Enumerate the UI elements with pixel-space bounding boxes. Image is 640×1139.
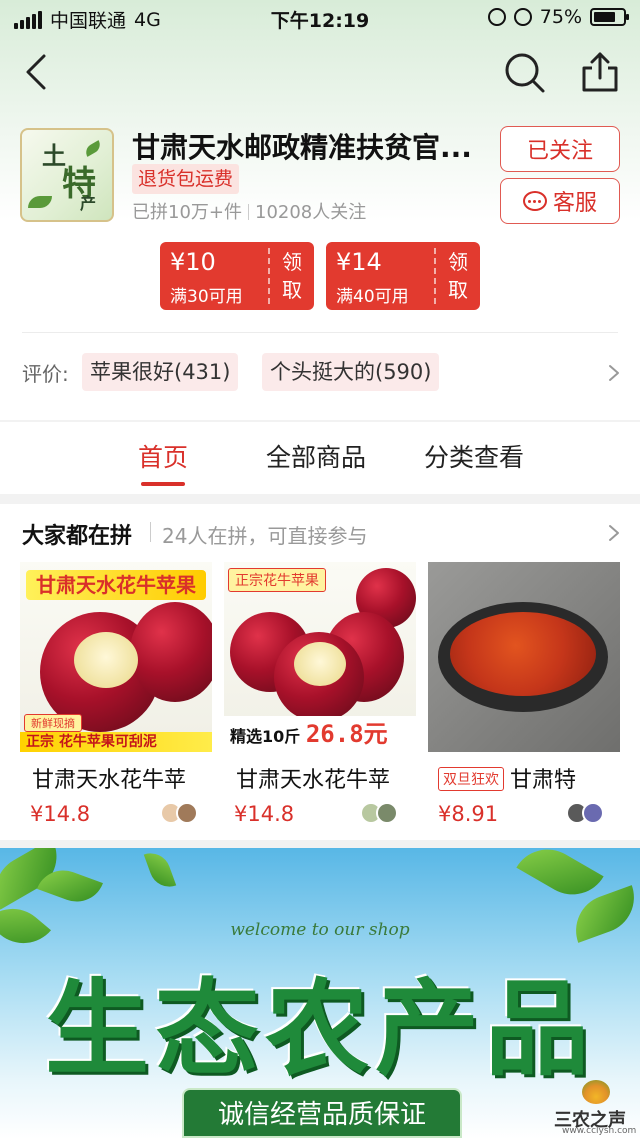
product-image-caption: 正宗 花牛苹果可刮泥 (20, 732, 212, 752)
apple-shape (130, 602, 212, 702)
avatar (582, 802, 604, 824)
group-title: 大家都在拼 (22, 524, 133, 549)
group-buy-section: 大家都在拼 24人在拼，可直接参与 甘肃天水花牛苹果 新鲜现摘 正宗 花牛苹果可… (0, 504, 640, 840)
apple-flesh (74, 632, 138, 688)
coupon-card[interactable]: ¥14 满40可用 领取 (326, 242, 480, 310)
follow-button[interactable]: 已关注 (500, 126, 620, 172)
leaf-icon (143, 848, 177, 893)
coupon-card[interactable]: ¥10 满30可用 领取 (160, 242, 314, 310)
leaf-icon (516, 848, 604, 908)
promo-price: 26.8元 (305, 720, 388, 748)
product-image-promo: 精选10斤 26.8元 (224, 716, 416, 752)
service-button-label: 客服 (552, 191, 597, 216)
tab-all-products[interactable]: 全部商品 (266, 438, 366, 474)
promo-badge: 双旦狂欢 (438, 767, 504, 791)
banner-welcome: welcome to our shop (230, 920, 410, 940)
shop-logo[interactable]: 土 特 产 (20, 128, 114, 222)
battery-icon (590, 8, 629, 26)
watermark: 三农之声 www.cclysn.com (538, 1078, 640, 1138)
review-tag[interactable]: 苹果很好(431) (82, 353, 239, 391)
divider (22, 332, 618, 333)
product-image[interactable]: 甘肃天水花牛苹果 新鲜现摘 正宗 花牛苹果可刮泥 (20, 562, 212, 752)
review-tag[interactable]: 个头挺大的(590) (262, 353, 440, 391)
chat-icon (522, 191, 547, 211)
review-summary[interactable]: 评价: 苹果很好(431) 个头挺大的(590) (0, 340, 640, 406)
product-price: ¥14.8 (30, 802, 91, 826)
banner-title: 生态农产品 (44, 967, 595, 1090)
product-image[interactable]: 正宗花牛苹果 精选10斤 26.8元 (224, 562, 416, 752)
rotation-lock-icon (487, 8, 506, 26)
shop-name: 甘肃天水邮政精准扶贫官... (132, 131, 472, 164)
product-card[interactable]: 双旦狂欢 甘肃特 ¥8.91 (428, 562, 620, 826)
active-tab-indicator (141, 482, 185, 486)
avatar (376, 802, 398, 824)
avatar (176, 802, 198, 824)
coupon-amount: ¥14 (336, 248, 382, 276)
logo-leaf-icon (28, 196, 52, 208)
back-icon[interactable] (18, 52, 58, 92)
product-image[interactable] (428, 562, 620, 752)
status-bar: 中国联通 4G 下午12:19 75% (0, 0, 640, 36)
coupon-amount: ¥10 (170, 248, 216, 276)
share-icon[interactable] (578, 50, 622, 94)
logo-char-3: 产 (80, 194, 97, 213)
review-label: 评价: (22, 362, 69, 386)
shop-tabs: 首页 全部商品 分类查看 (0, 422, 640, 494)
logo-leaf-icon (82, 140, 104, 157)
chevron-right-icon[interactable] (604, 358, 624, 388)
group-divider (150, 522, 151, 542)
group-subtitle: 24人在拼，可直接参与 (162, 524, 368, 548)
product-title: 甘肃特 (510, 768, 577, 793)
product-price: ¥14.8 (234, 802, 295, 826)
chili-shape (450, 612, 596, 696)
customer-service-button[interactable]: 客服 (500, 178, 620, 224)
product-image-title: 甘肃天水花牛苹果 (26, 570, 206, 600)
product-title: 甘肃天水花牛苹 (32, 768, 187, 793)
apple-flesh (294, 642, 346, 686)
promo-label: 精选10斤 (230, 727, 301, 746)
coupon-claim-button[interactable]: 领取 (278, 248, 306, 304)
battery-percent: 75% (539, 6, 582, 28)
product-title: 甘肃天水花牛苹 (236, 768, 391, 793)
product-price: ¥8.91 (438, 802, 499, 826)
coupon-condition: 满30可用 (170, 287, 243, 307)
coupon-condition: 满40可用 (336, 287, 409, 307)
coupon-divider (268, 248, 270, 304)
search-icon[interactable] (502, 50, 546, 94)
product-image-badge: 新鲜现摘 (24, 714, 82, 732)
tab-home[interactable]: 首页 (138, 438, 188, 474)
stats-divider (248, 204, 249, 220)
return-shipping-badge: 退货包运费 (132, 164, 240, 194)
follower-count: 10208人关注 (255, 202, 367, 223)
tab-categories[interactable]: 分类查看 (424, 438, 524, 474)
product-title-row: 双旦狂欢 甘肃特 (438, 762, 576, 794)
banner-ribbon: 诚信经营品质保证 (182, 1088, 462, 1138)
sold-count: 已拼10万+件 (132, 202, 242, 223)
shop-stats: 已拼10万+件 10208人关注 (132, 198, 366, 224)
product-card[interactable]: 甘肃天水花牛苹果 新鲜现摘 正宗 花牛苹果可刮泥 甘肃天水花牛苹 ¥14.8 (20, 562, 212, 826)
watermark-url: www.cclysn.com (562, 1126, 637, 1136)
watermark-logo-icon (582, 1080, 610, 1104)
coupon-divider (434, 248, 436, 304)
chevron-right-icon[interactable] (604, 518, 624, 548)
product-image-title: 正宗花牛苹果 (228, 568, 326, 592)
alarm-icon (513, 8, 532, 26)
follow-button-label: 已关注 (526, 139, 593, 164)
product-card[interactable]: 正宗花牛苹果 精选10斤 26.8元 甘肃天水花牛苹 ¥14.8 (224, 562, 416, 826)
status-right: 75% (487, 6, 629, 28)
coupon-claim-button[interactable]: 领取 (444, 248, 472, 304)
